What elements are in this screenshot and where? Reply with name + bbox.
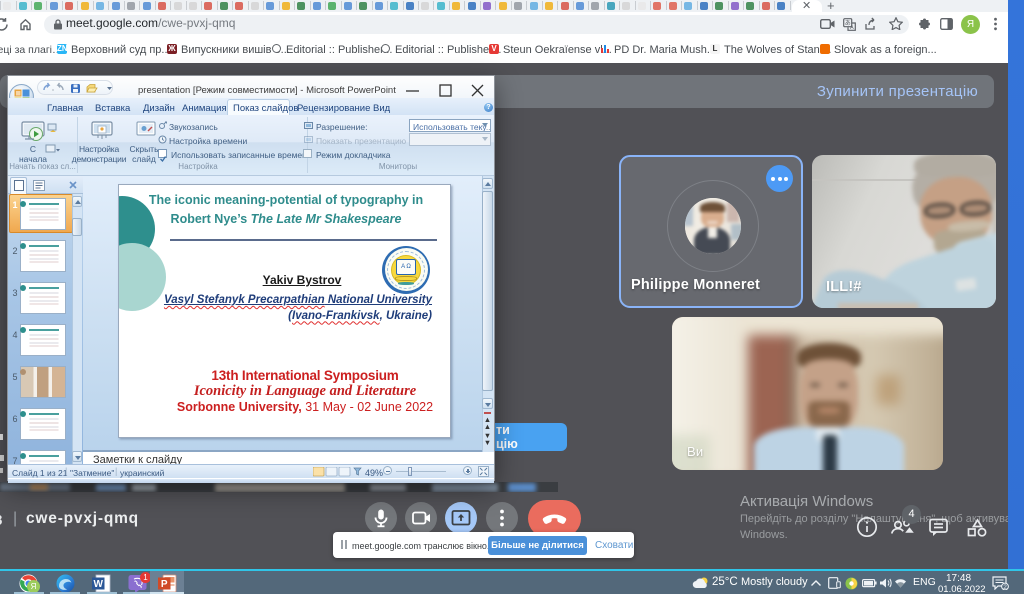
svg-text:W: W <box>93 579 103 590</box>
svg-text:P: P <box>161 579 168 590</box>
svg-text:A: A <box>850 25 854 31</box>
svg-text:2: 2 <box>1003 584 1007 590</box>
